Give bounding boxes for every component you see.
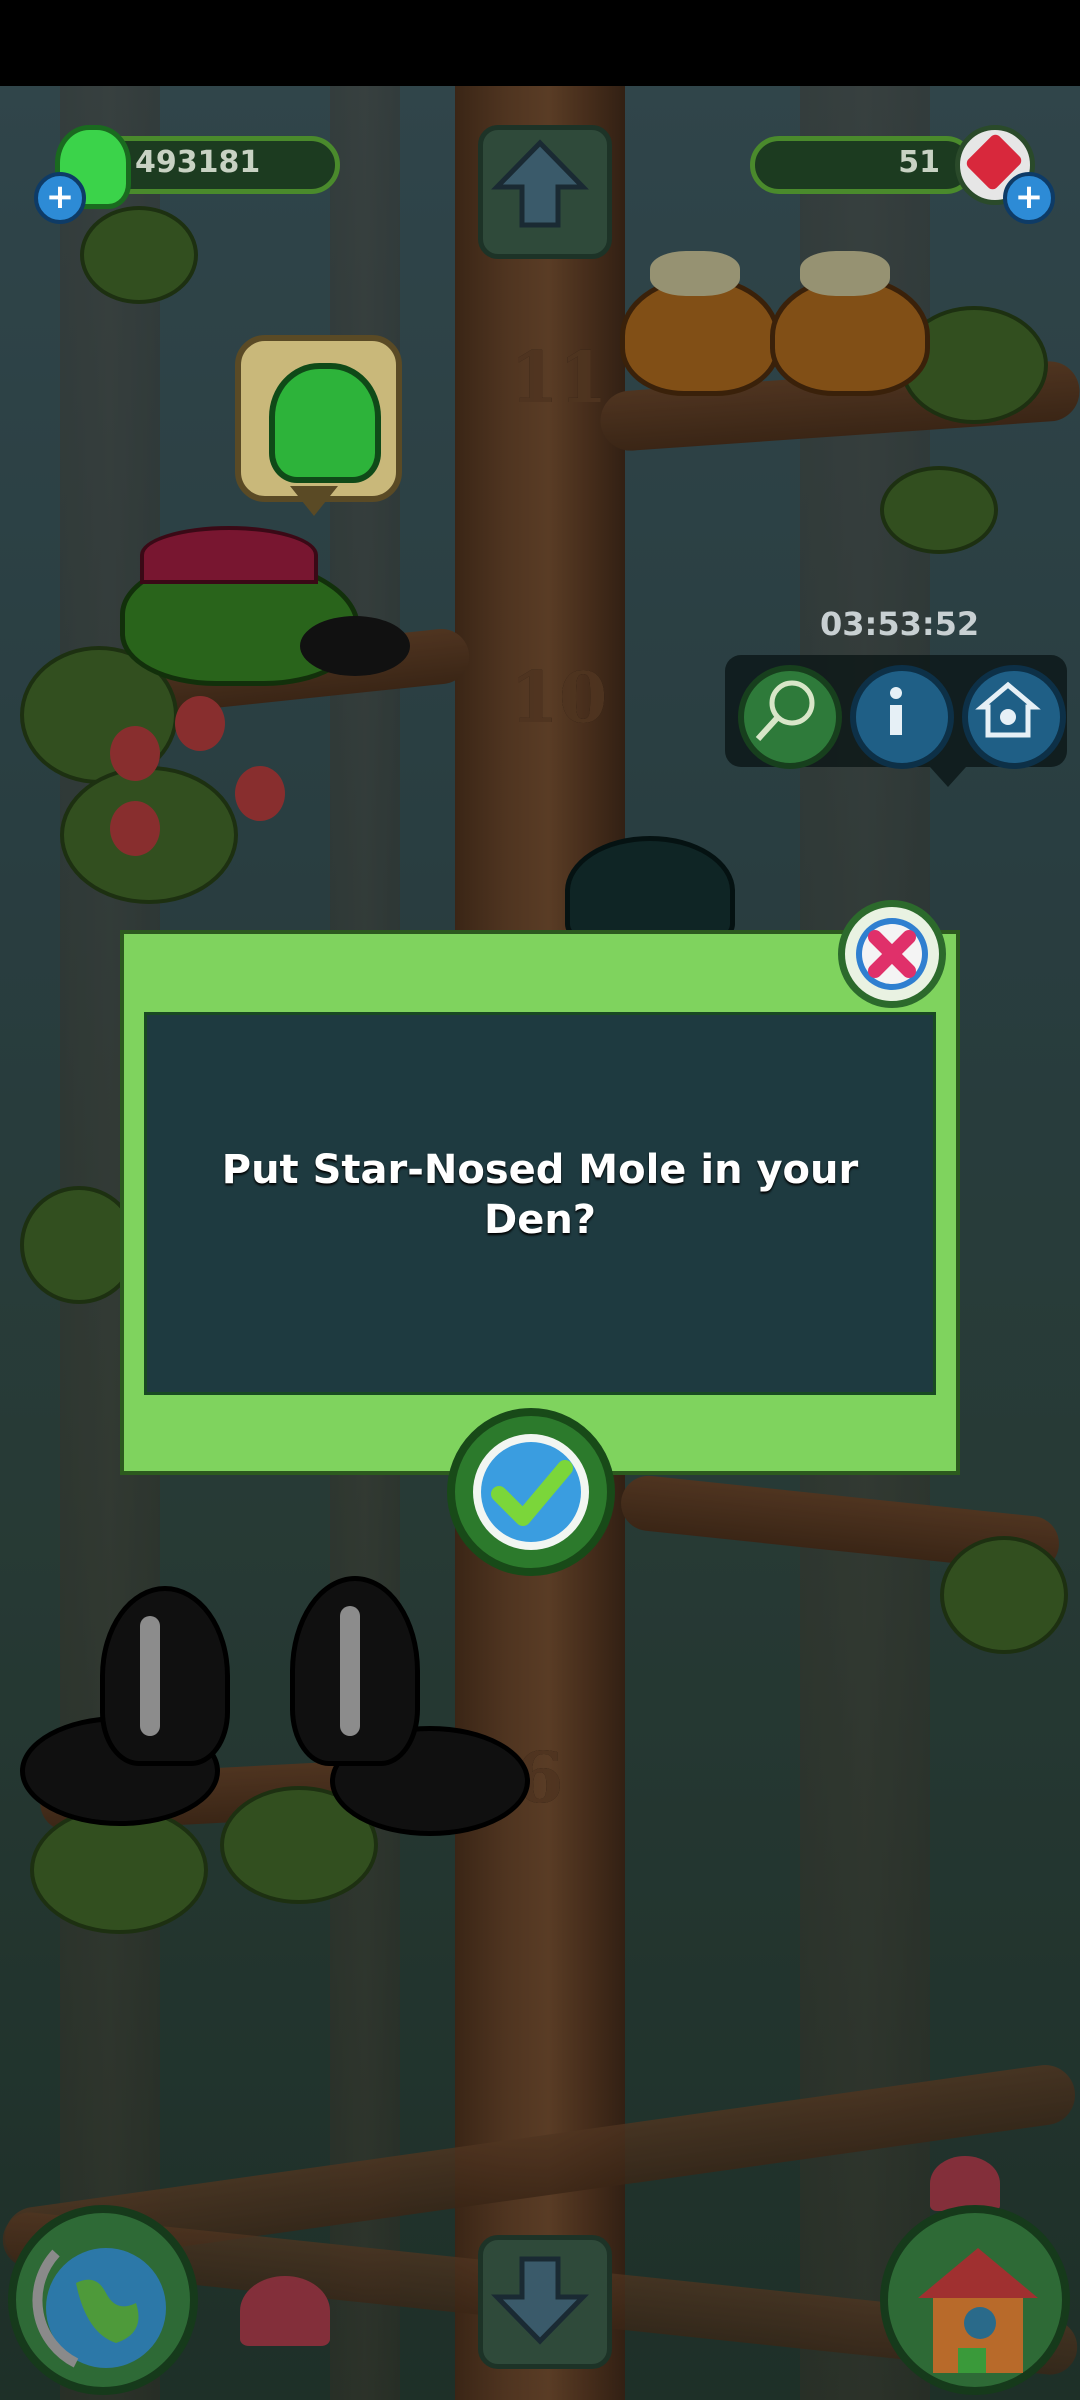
close-button[interactable] xyxy=(838,900,946,1008)
arrow-down-icon xyxy=(491,2256,589,2345)
timer: 03:53:52 xyxy=(820,605,980,643)
add-crystals-button[interactable]: + xyxy=(1003,172,1055,224)
treehouse-button[interactable] xyxy=(880,2205,1070,2395)
bubble-pointer xyxy=(290,486,338,516)
dialog-message: Put Star-Nosed Mole in your Den? xyxy=(221,1147,859,1243)
confirm-button[interactable] xyxy=(447,1408,615,1576)
info-icon xyxy=(890,687,902,735)
green-gem-icon xyxy=(269,363,381,483)
close-x-icon xyxy=(856,918,928,990)
gem-reward-bubble[interactable] xyxy=(235,335,402,502)
arrow-up-icon xyxy=(491,139,589,228)
butterfly-net-icon xyxy=(755,680,815,742)
crystals-count: 51 xyxy=(898,145,940,180)
add-gems-button[interactable]: + xyxy=(34,172,86,224)
scroll-down-button[interactable] xyxy=(478,2235,612,2369)
den-house-icon xyxy=(975,681,1041,738)
treehouse-icon xyxy=(918,2248,1038,2373)
catch-button[interactable] xyxy=(738,665,842,769)
tray-pointer xyxy=(930,767,966,787)
checkmark-icon xyxy=(473,1434,589,1550)
globe-icon xyxy=(32,2248,166,2368)
info-button[interactable] xyxy=(850,665,954,769)
scroll-up-button[interactable] xyxy=(478,125,612,259)
gems-count: 493181 xyxy=(135,145,261,180)
crystals-counter-bar: 51 xyxy=(750,136,975,194)
den-button[interactable] xyxy=(962,665,1066,769)
status-bar xyxy=(0,0,1080,86)
world-map-button[interactable] xyxy=(8,2205,198,2395)
